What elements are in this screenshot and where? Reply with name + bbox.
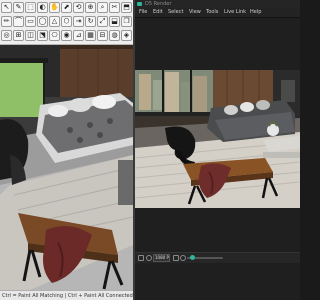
preview-icon[interactable]	[180, 255, 186, 261]
window-panel	[0, 63, 44, 117]
sketchup-scene	[0, 45, 133, 290]
toolbar-tool-icon[interactable]: ✏	[1, 16, 12, 27]
menu-edit[interactable]: Edit	[153, 8, 163, 17]
app-title: D5 Render	[145, 1, 172, 7]
toolbar-tool-icon[interactable]: ⬈	[61, 2, 72, 13]
status-bar: Ctrl = Paint All Matching | Ctrl + Paint…	[0, 290, 133, 300]
camera-icon[interactable]	[138, 255, 144, 261]
menu-live-link[interactable]: Live Link	[224, 8, 246, 17]
toolbar-tool-icon[interactable]: ✋	[49, 2, 60, 13]
fullscreen-icon[interactable]	[173, 255, 179, 261]
toolbar-tool-icon[interactable]: ▦	[85, 30, 96, 41]
toolbar-tool-icon[interactable]: ⌕	[97, 2, 108, 13]
zoom-slider-handle[interactable]	[190, 255, 195, 260]
toolbar-row-1: ↖✎⬚◐✋⬈⟲⊕⌕✂⬒⚙⎘	[1, 2, 133, 15]
toolbar-tool-icon[interactable]: ◫	[25, 30, 36, 41]
menu-tools[interactable]: Tools	[206, 8, 218, 17]
render-viewport[interactable]	[135, 70, 300, 208]
toolbar-tool-icon[interactable]: ⊞	[13, 30, 24, 41]
toolbar-tool-icon[interactable]: ▭	[25, 16, 36, 27]
toolbar-tool-icon[interactable]: ⊕	[85, 2, 96, 13]
toolbar-tool-icon[interactable]: ⎔	[49, 30, 60, 41]
toolbar-tool-icon[interactable]: ⬚	[25, 2, 36, 13]
toolbar-tool-icon[interactable]: ❐	[121, 16, 132, 27]
title-bar: D5 Render	[135, 0, 300, 8]
toolbar-tool-icon[interactable]: ◍	[109, 30, 120, 41]
toolbar-tool-icon[interactable]: ◈	[121, 30, 132, 41]
toolbar-tool-icon[interactable]: ⬒	[121, 2, 132, 13]
toolbar: ↖✎⬚◐✋⬈⟲⊕⌕✂⬒⚙⎘ ✏⌒▭◯△⬡⇥↻⤢⬓❐ ◎⊞◫⬔⎔◉⊿▦⊟◍◈⌗	[0, 0, 133, 45]
grid-icon[interactable]	[146, 255, 152, 261]
toolbar-tool-icon[interactable]: ✎	[13, 2, 24, 13]
app-logo-icon	[137, 2, 142, 6]
toolbar-tool-icon[interactable]: ⤢	[97, 16, 108, 27]
menu-help[interactable]: Help	[250, 8, 261, 17]
menu-bar: File Edit Select View Tools Live Link He…	[135, 8, 300, 18]
toolbar-tool-icon[interactable]: ✂	[109, 2, 120, 13]
menu-view[interactable]: View	[189, 8, 201, 17]
toolbar-tool-icon[interactable]: ⊟	[97, 30, 108, 41]
toolbar-tool-icon[interactable]: △	[49, 16, 60, 27]
model-viewport[interactable]	[0, 45, 133, 290]
menu-select[interactable]: Select	[168, 8, 183, 17]
toolbar-row-3: ◎⊞◫⬔⎔◉⊿▦⊟◍◈⌗	[1, 30, 133, 43]
toolbar-tool-icon[interactable]: ◐	[37, 2, 48, 13]
sketchup-window: ↖✎⬚◐✋⬈⟲⊕⌕✂⬒⚙⎘ ✏⌒▭◯△⬡⇥↻⤢⬓❐ ◎⊞◫⬔⎔◉⊿▦⊟◍◈⌗	[0, 0, 133, 300]
rendered-scene	[135, 70, 300, 208]
toolbar-tool-icon[interactable]: ◎	[1, 30, 12, 41]
menu-file[interactable]: File	[139, 8, 147, 17]
toolbar-tool-icon[interactable]: ↖	[1, 2, 12, 13]
toolbar-row-2: ✏ ⌒ ▭ ◯ △ ⬡ ⇥ ↻ ⤢ ⬓ ❐	[1, 16, 132, 29]
bottom-toolbar: 1080 P	[135, 252, 300, 263]
toolbar-tool-icon[interactable]: ⇥	[73, 16, 84, 27]
toolbar-tool-icon[interactable]: ⬔	[37, 30, 48, 41]
render-window: D5 Render File Edit Select View Tools Li…	[135, 0, 300, 300]
toolbar-tool-icon[interactable]: ⟲	[73, 2, 84, 13]
toolbar-tool-icon[interactable]: ↻	[85, 16, 96, 27]
toolbar-tool-icon[interactable]: ◯	[37, 16, 48, 27]
toolbar-tool-icon[interactable]: ⌒	[13, 16, 24, 27]
toolbar-tool-icon[interactable]: ⬡	[61, 16, 72, 27]
resolution-select[interactable]: 1080 P	[153, 254, 170, 262]
toolbar-tool-icon[interactable]: ⊿	[73, 30, 84, 41]
toolbar-tool-icon[interactable]: ⬓	[109, 16, 120, 27]
toolbar-tool-icon[interactable]: ◉	[61, 30, 72, 41]
